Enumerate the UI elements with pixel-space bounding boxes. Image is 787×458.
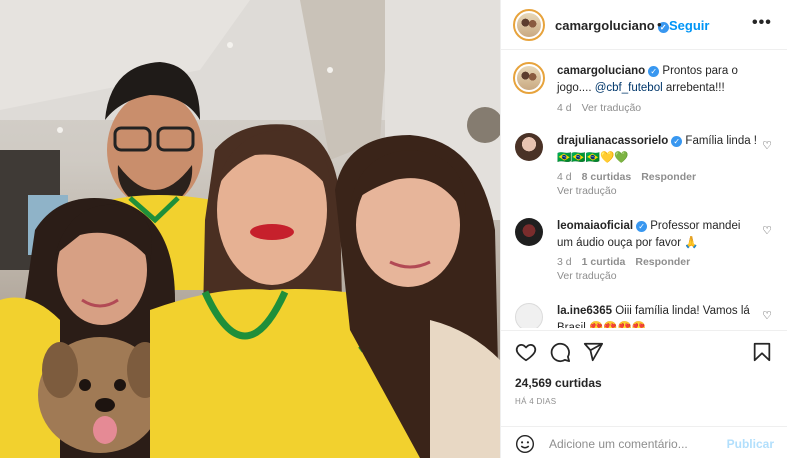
caption-age: 4 d [557,102,572,114]
caption: camargoluciano ✓ Prontos para o jogo.... … [501,60,787,120]
header-separator: • [657,17,662,32]
comment-text: la.ine6365 Oiii família linda! Vamos lá … [557,303,757,328]
comment-meta: 3 d 1 curtida Responder [557,256,700,268]
caption-username[interactable]: camargoluciano [557,65,645,77]
comment-age: 3 d [557,256,572,268]
post-photo[interactable] [0,0,500,458]
verified-badge-icon: ✓ [671,136,683,147]
comment-like-heart-icon[interactable]: ♡ [762,139,772,152]
caption-mention-link[interactable]: @cbf_futebol [595,82,663,94]
follow-button[interactable]: Seguir [669,18,709,33]
comment-reply-button[interactable]: Responder [641,171,696,183]
caption-text: camargoluciano ✓ Prontos para o jogo.... … [557,63,757,97]
bookmark-icon[interactable] [751,341,773,363]
comment-likes[interactable]: 1 curtida [582,256,626,268]
post-time-ago: HÁ 4 DIAS [515,397,557,406]
action-bar [501,330,787,374]
caption-avatar[interactable] [513,62,545,94]
add-comment-bar: Adicione um comentário... Publicar [501,426,787,458]
comment-like-heart-icon[interactable]: ♡ [762,309,772,322]
caption-suffix: arrebenta!!! [662,82,725,94]
verified-badge-icon: ✓ [648,66,660,77]
comment-text: drajulianacassorielo ✓ Família linda !🇧🇷🇧… [557,133,757,167]
comment-like-heart-icon[interactable]: ♡ [762,224,772,237]
comment-username[interactable]: leomaiaoficial [557,220,633,232]
verified-badge-icon: ✓ [636,221,648,232]
comment-translate[interactable]: Ver tradução [557,185,617,197]
post-header: camargoluciano ✓ • Seguir ••• [501,0,787,50]
likes-count[interactable]: 24,569 curtidas [515,376,602,390]
comment-text: leomaiaoficial ✓ Professor mandei um áudi… [557,218,757,252]
caption-translate-link[interactable]: Ver tradução [582,102,642,114]
post-side-panel: camargoluciano ✓ • Seguir ••• camargoluci… [500,0,787,458]
more-options-icon[interactable]: ••• [752,14,772,32]
family-selfie-image [0,0,500,458]
comment-avatar[interactable] [515,303,543,328]
comment-reply-button[interactable]: Responder [635,256,690,268]
comment-item: drajulianacassorielo ✓ Família linda !🇧🇷🇧… [501,131,787,201]
comment-username[interactable]: la.ine6365 [557,305,612,317]
comment-item: la.ine6365 Oiii família linda! Vamos lá … [501,301,787,328]
comment-age: 4 d [557,171,572,183]
author-avatar[interactable] [513,9,545,41]
share-icon[interactable] [582,341,604,363]
emoji-icon[interactable] [515,434,535,454]
caption-meta: 4 d Ver tradução [557,102,651,114]
comment-avatar[interactable] [515,218,543,246]
heart-icon[interactable] [515,341,537,363]
author-username[interactable]: camargoluciano ✓ [555,18,669,33]
comment-item: leomaiaoficial ✓ Professor mandei um áudi… [501,216,787,286]
comment-translate[interactable]: Ver tradução [557,270,617,282]
comment-meta: 4 d 8 curtidas Responder [557,171,706,183]
comments-list[interactable]: camargoluciano ✓ Prontos para o jogo.... … [501,51,787,328]
comment-avatar[interactable] [515,133,543,161]
publish-button[interactable]: Publicar [727,437,774,451]
comment-input[interactable]: Adicione um comentário... [549,437,688,451]
author-username-text[interactable]: camargoluciano [555,18,655,33]
comment-icon[interactable] [549,341,571,363]
comment-username[interactable]: drajulianacassorielo [557,135,668,147]
comment-likes[interactable]: 8 curtidas [582,171,632,183]
